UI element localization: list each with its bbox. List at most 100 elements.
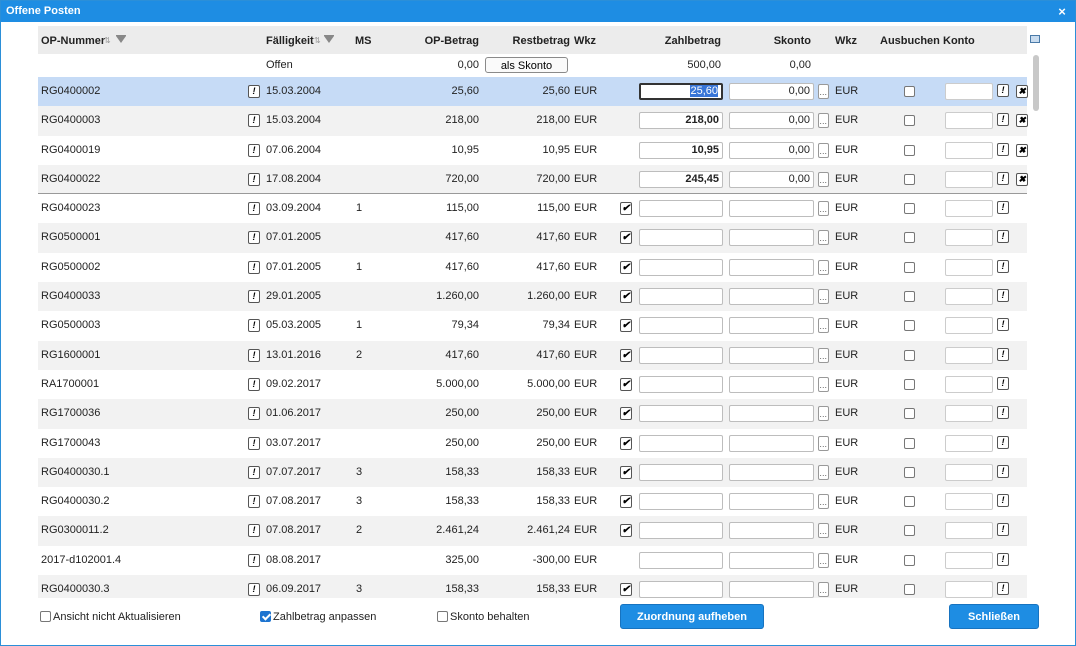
vertical-scrollbar[interactable] xyxy=(1030,54,1042,598)
skonto-picker-button[interactable]: … xyxy=(818,201,829,217)
remove-assignment-icon[interactable]: ✖ xyxy=(1016,85,1028,98)
skonto-input[interactable] xyxy=(729,581,814,598)
table-row[interactable]: RG0400022! 17.08.2004 720,00 720,00 EUR 245,4… xyxy=(38,164,1028,195)
assign-checkbox[interactable]: ✔ xyxy=(620,260,632,274)
konto-info-button[interactable]: ! xyxy=(997,289,1009,303)
skonto-input[interactable] xyxy=(729,551,814,569)
skonto-picker-button[interactable]: … xyxy=(818,230,829,246)
assign-checkbox[interactable]: ✔ xyxy=(620,465,632,479)
konto-info-button[interactable]: ! xyxy=(997,552,1009,566)
close-icon[interactable]: × xyxy=(1055,1,1069,22)
konto-info-button[interactable]: ! xyxy=(997,318,1009,332)
ausbuchen-checkbox[interactable] xyxy=(904,408,915,420)
konto-input[interactable] xyxy=(945,522,993,540)
konto-info-button[interactable]: ! xyxy=(997,230,1009,244)
skonto-picker-button[interactable]: … xyxy=(818,582,829,598)
konto-input[interactable] xyxy=(945,317,993,335)
ausbuchen-checkbox[interactable] xyxy=(904,86,915,97)
sort-arrows-icon[interactable]: ⇅ xyxy=(104,26,111,56)
table-row[interactable]: RG0300011.2! 07.08.2017 2 2.461,24 2.461,24 E… xyxy=(38,516,1027,546)
skonto-input[interactable] xyxy=(729,405,814,423)
column-chooser-icon[interactable] xyxy=(1030,35,1040,43)
ansicht-checkbox[interactable] xyxy=(40,611,51,622)
table-row[interactable]: RG0400023! 03.09.2004 1 115,00 115,00 EUR ✔ … EU… xyxy=(38,194,1027,223)
skonto-picker-button[interactable]: … xyxy=(818,494,829,510)
info-button[interactable]: ! xyxy=(248,436,260,450)
remove-assignment-icon[interactable]: ✖ xyxy=(1016,114,1028,128)
info-button[interactable]: ! xyxy=(248,143,260,157)
konto-info-button[interactable]: ! xyxy=(997,201,1009,215)
assign-checkbox[interactable]: ✔ xyxy=(620,436,632,450)
table-row[interactable]: RG0500002! 07.01.2005 1 417,60 417,60 EUR ✔ … EU… xyxy=(38,253,1027,282)
col-header-ms[interactable]: MS xyxy=(355,26,372,56)
col-header-wkz2[interactable]: Wkz xyxy=(835,26,857,56)
ansicht-option[interactable]: Ansicht nicht Aktualisieren xyxy=(40,611,181,624)
info-button[interactable]: ! xyxy=(248,260,260,274)
ausbuchen-checkbox[interactable] xyxy=(904,466,915,478)
konto-input[interactable] xyxy=(945,200,993,218)
zuordnung-aufheben-button[interactable]: Zuordnung aufheben xyxy=(620,604,764,629)
table-row[interactable]: RG0500003! 05.03.2005 1 79,34 79,34 EUR ✔ … EUR! xyxy=(38,311,1027,340)
skonto-picker-button[interactable]: … xyxy=(818,552,829,568)
col-header-ausbuchen[interactable]: Ausbuchen xyxy=(880,26,940,56)
zahlbetrag-input[interactable] xyxy=(639,551,723,569)
skonto-picker-button[interactable]: … xyxy=(818,318,829,334)
skonto-picker-button[interactable]: … xyxy=(818,435,829,451)
info-button[interactable]: ! xyxy=(248,172,260,186)
konto-info-button[interactable]: ! xyxy=(997,347,1009,361)
assign-checkbox[interactable]: ✔ xyxy=(620,407,632,421)
zahlbetrag-input[interactable] xyxy=(639,346,723,364)
zahlbetrag-anpassen-option[interactable]: Zahlbetrag anpassen xyxy=(260,611,376,624)
skonto-input[interactable] xyxy=(729,288,814,306)
table-row[interactable]: RG1600001! 13.01.2016 2 417,60 417,60 EUR ✔ … EU… xyxy=(38,340,1027,370)
konto-info-button[interactable]: ! xyxy=(997,259,1009,273)
ausbuchen-checkbox[interactable] xyxy=(904,437,915,449)
ausbuchen-checkbox[interactable] xyxy=(904,496,915,508)
konto-info-button[interactable]: ! xyxy=(997,113,1009,127)
zahlbetrag-input[interactable] xyxy=(639,463,723,481)
konto-input[interactable] xyxy=(945,141,993,159)
skonto-picker-button[interactable]: … xyxy=(818,171,829,187)
ausbuchen-checkbox[interactable] xyxy=(904,115,915,127)
schliessen-button[interactable]: Schließen xyxy=(949,604,1039,629)
table-row[interactable]: RG0400003! 15.03.2004 218,00 218,00 EUR 218,0… xyxy=(38,106,1028,136)
konto-input[interactable] xyxy=(945,405,993,423)
remove-assignment-icon[interactable]: ✖ xyxy=(1016,172,1028,186)
zahlbetrag-input[interactable] xyxy=(639,493,723,511)
zahlbetrag-input[interactable] xyxy=(639,405,723,423)
info-button[interactable]: ! xyxy=(248,85,260,98)
konto-input[interactable] xyxy=(945,83,993,100)
zahlbetrag-anpassen-checkbox[interactable] xyxy=(260,611,271,622)
konto-info-button[interactable]: ! xyxy=(997,84,1009,97)
skonto-input[interactable]: 0,00 xyxy=(729,83,814,100)
table-row[interactable]: RG0400033! 29.01.2005 1.260,00 1.260,00 EUR ✔… xyxy=(38,282,1027,312)
ausbuchen-checkbox[interactable] xyxy=(904,378,915,390)
skonto-picker-button[interactable]: … xyxy=(818,464,829,480)
table-row[interactable]: RG0400030.1! 07.07.2017 3 158,33 158,33 EUR ✔ …… xyxy=(38,457,1027,488)
zahlbetrag-input[interactable] xyxy=(639,434,723,452)
ausbuchen-checkbox[interactable] xyxy=(904,584,915,596)
col-header-op-nummer[interactable]: OP-Nummer xyxy=(41,26,105,56)
konto-info-button[interactable]: ! xyxy=(997,376,1009,390)
skonto-picker-button[interactable]: … xyxy=(818,289,829,305)
konto-info-button[interactable]: ! xyxy=(997,435,1009,449)
zahlbetrag-input[interactable] xyxy=(639,288,723,306)
col-header-faelligkeit[interactable]: Fälligkeit xyxy=(266,26,314,56)
assign-checkbox[interactable]: ✔ xyxy=(620,319,632,333)
ausbuchen-checkbox[interactable] xyxy=(904,173,915,185)
info-button[interactable]: ! xyxy=(248,553,260,567)
skonto-picker-button[interactable]: … xyxy=(818,142,829,158)
col-header-wkz[interactable]: Wkz xyxy=(574,26,596,56)
konto-input[interactable] xyxy=(945,288,993,306)
skonto-behalten-checkbox[interactable] xyxy=(437,611,448,622)
table-row[interactable]: RG1700043! 03.07.2017 250,00 250,00 EUR ✔ … EUR… xyxy=(38,429,1027,458)
zahlbetrag-input[interactable]: 245,45 xyxy=(639,170,723,188)
skonto-input[interactable] xyxy=(729,317,814,335)
konto-input[interactable] xyxy=(945,258,993,276)
skonto-input[interactable]: 0,00 xyxy=(729,141,814,159)
skonto-input[interactable] xyxy=(729,200,814,218)
konto-input[interactable] xyxy=(945,463,993,481)
skonto-input[interactable] xyxy=(729,434,814,452)
col-header-restbetrag[interactable]: Restbetrag xyxy=(488,26,570,56)
skonto-picker-button[interactable]: … xyxy=(818,84,829,99)
